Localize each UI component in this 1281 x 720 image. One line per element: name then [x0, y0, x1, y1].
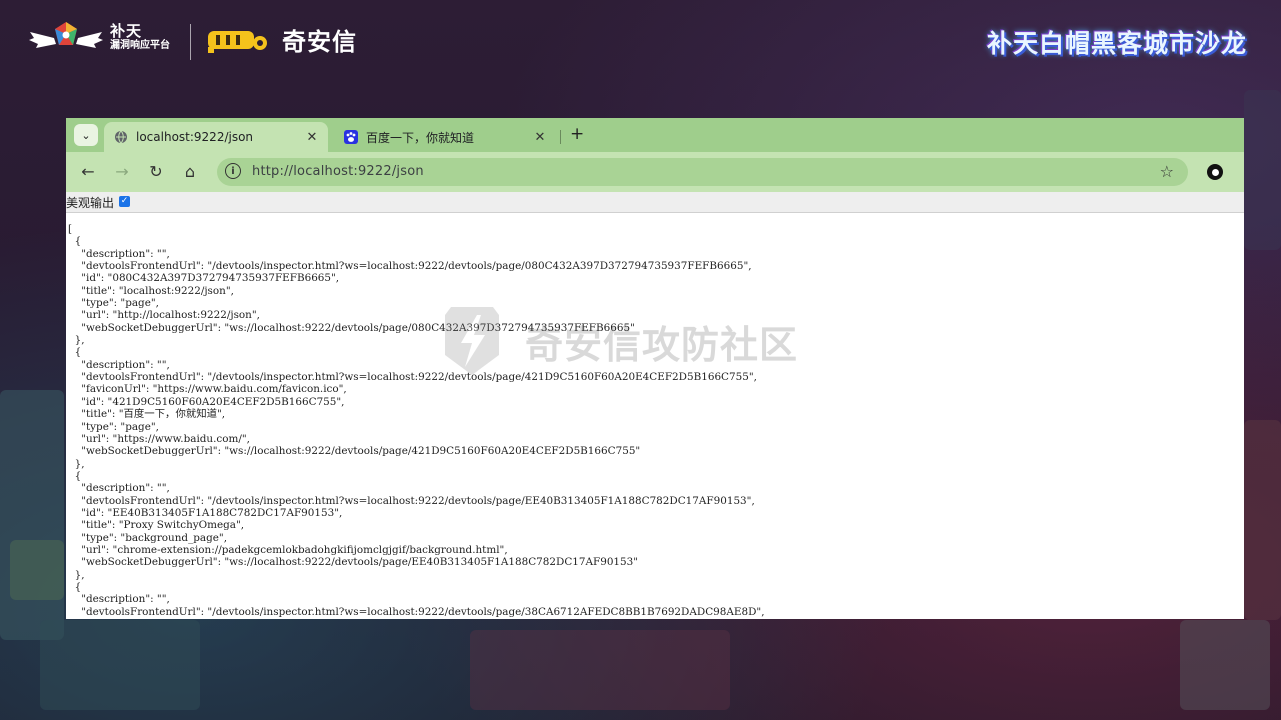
qianxin-name: 奇安信: [282, 28, 357, 56]
tab-divider: [560, 130, 561, 144]
qianxin-mascot-icon: [208, 30, 267, 53]
baidu-paw-icon: [344, 130, 358, 144]
retro-machine-decoration: [0, 390, 64, 640]
extension-icon[interactable]: [1207, 164, 1223, 180]
browser-window: ⌄ localhost:9222/json ✕ 百度一下，你就知道 ✕ + ← …: [66, 118, 1244, 619]
json-output: [ { "description": "", "devtoolsFrontend…: [68, 223, 765, 618]
forward-arrow-icon[interactable]: →: [112, 162, 132, 181]
butian-name: 补天: [110, 22, 143, 41]
butian-logo: 补天 漏洞响应平台: [28, 18, 170, 56]
retro-machine-decoration: [10, 540, 64, 600]
salon-title: 补天白帽黑客城市沙龙: [986, 29, 1247, 58]
retro-machine-decoration: [1244, 420, 1281, 620]
chevron-down-icon: ⌄: [81, 128, 91, 142]
pretty-print-label: 美观输出: [66, 196, 115, 210]
new-tab-button[interactable]: +: [570, 124, 584, 144]
address-bar[interactable]: i http://localhost:9222/json ☆: [217, 158, 1188, 186]
tab-title: localhost:9222/json: [136, 130, 254, 144]
url-text[interactable]: http://localhost:9222/json: [252, 164, 424, 179]
close-icon[interactable]: ✕: [530, 130, 550, 145]
qianxin-logo: 奇安信: [206, 22, 357, 57]
tab-localhost-json[interactable]: localhost:9222/json ✕: [104, 122, 328, 152]
reload-icon[interactable]: ↻: [146, 162, 166, 181]
retro-machine-decoration: [1244, 90, 1281, 250]
slide-header: 补天 漏洞响应平台 奇安信 补天白帽黑客城市沙龙: [0, 0, 1281, 88]
bookmark-star-icon[interactable]: ☆: [1160, 162, 1174, 181]
logo-divider: [190, 24, 191, 60]
retro-machine-decoration: [470, 630, 730, 710]
tab-title: 百度一下，你就知道: [366, 130, 475, 145]
page-content: [ { "description": "", "devtoolsFrontend…: [66, 213, 1244, 619]
retro-machine-decoration: [1180, 620, 1270, 710]
globe-icon: [114, 130, 128, 144]
tab-baidu[interactable]: 百度一下，你就知道 ✕: [334, 122, 556, 152]
tab-strip: ⌄ localhost:9222/json ✕ 百度一下，你就知道 ✕ +: [66, 118, 1244, 152]
retro-machine-decoration: [40, 620, 200, 710]
site-info-icon[interactable]: i: [225, 163, 241, 179]
butian-subtitle: 漏洞响应平台: [110, 39, 170, 51]
butian-wings-icon: [29, 22, 103, 48]
tab-search-button[interactable]: ⌄: [74, 124, 98, 146]
close-icon[interactable]: ✕: [302, 130, 322, 145]
pretty-print-bar: 美观输出 ✓: [66, 192, 1244, 213]
pretty-print-checkbox[interactable]: ✓: [119, 196, 130, 207]
home-icon[interactable]: ⌂: [180, 162, 200, 181]
browser-toolbar: ← → ↻ ⌂ i http://localhost:9222/json ☆: [66, 152, 1244, 192]
back-arrow-icon[interactable]: ←: [78, 162, 98, 181]
